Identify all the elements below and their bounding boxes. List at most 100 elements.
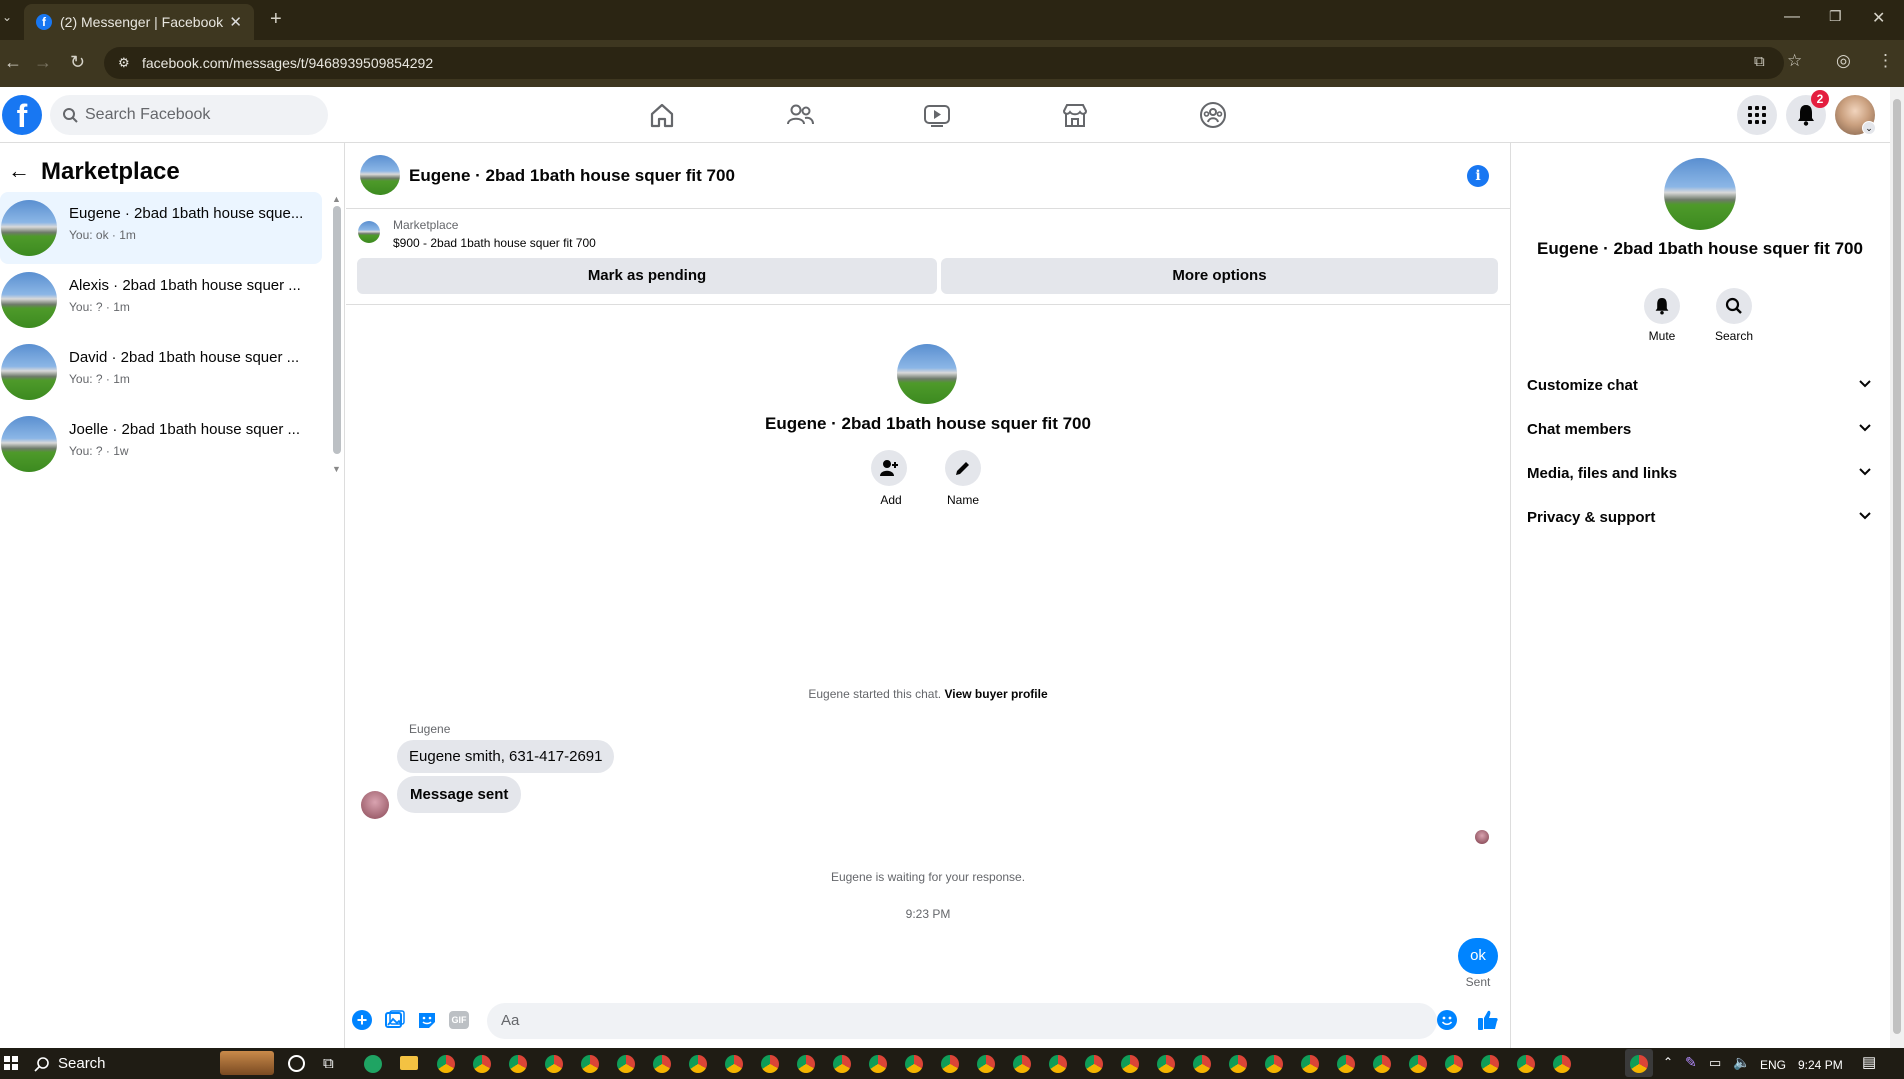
reload-icon[interactable]: ↻ [70, 52, 85, 73]
chrome-icon[interactable] [797, 1055, 815, 1073]
notifications-center-icon[interactable]: ▤ [1862, 1053, 1876, 1071]
chrome-icon[interactable] [581, 1055, 599, 1073]
forward-icon[interactable]: → [34, 52, 52, 73]
chrome-icon[interactable] [1085, 1055, 1103, 1073]
watch-icon[interactable] [922, 100, 952, 130]
chrome-icon[interactable] [869, 1055, 887, 1073]
chrome-icon[interactable] [1409, 1055, 1427, 1073]
chrome-icon[interactable] [653, 1055, 671, 1073]
scroll-down-icon[interactable]: ▼ [332, 464, 341, 474]
task-view-icon[interactable]: ⧉ [323, 1055, 334, 1072]
restore-icon[interactable]: ❐ [1829, 8, 1842, 25]
page-scrollbar[interactable] [1890, 87, 1904, 1048]
chat-members-section[interactable]: Chat members [1519, 414, 1881, 448]
mark-as-pending-button[interactable]: Mark as pending [357, 258, 937, 294]
facebook-logo-icon[interactable]: f [2, 95, 42, 135]
chrome-icon[interactable] [1481, 1055, 1499, 1073]
chrome-icon[interactable] [977, 1055, 995, 1073]
chrome-icon[interactable] [1517, 1055, 1535, 1073]
chat-avatar[interactable] [360, 155, 400, 195]
taskbar-app-icon[interactable] [364, 1055, 382, 1073]
listing-text[interactable]: $900 - 2bad 1bath house squer fit 700 [393, 236, 596, 250]
conversation-scrollbar[interactable] [333, 206, 341, 454]
browser-tab[interactable]: f (2) Messenger | Facebook ✕ [24, 4, 254, 40]
menu-grid-button[interactable] [1737, 95, 1777, 135]
bookmark-star-icon[interactable]: ☆ [1787, 51, 1802, 71]
chrome-icon[interactable] [509, 1055, 527, 1073]
chrome-icon[interactable] [473, 1055, 491, 1073]
site-info-icon[interactable]: ⚙ [118, 47, 130, 79]
media-files-links-section[interactable]: Media, files and links [1519, 458, 1881, 492]
close-window-icon[interactable]: ✕ [1872, 8, 1885, 28]
browser-menu-icon[interactable]: ⋮ [1877, 51, 1894, 71]
add-people-button[interactable] [871, 450, 907, 486]
gif-icon[interactable]: GIF [449, 1011, 469, 1029]
conversation-item[interactable]: Eugene · 2bad 1bath house sque... You: o… [0, 192, 322, 264]
sender-avatar[interactable] [361, 791, 389, 819]
friends-icon[interactable] [785, 100, 815, 130]
mute-button[interactable] [1644, 288, 1680, 324]
chrome-icon[interactable] [545, 1055, 563, 1073]
info-icon[interactable]: i [1467, 165, 1489, 187]
search-input[interactable]: Search Facebook [50, 95, 328, 135]
chrome-icon[interactable] [761, 1055, 779, 1073]
windows-start-icon[interactable] [4, 1056, 18, 1070]
message-input[interactable]: Aa [487, 1003, 1437, 1039]
home-icon[interactable] [647, 100, 677, 130]
close-tab-icon[interactable]: ✕ [229, 13, 242, 31]
conversation-item[interactable]: David · 2bad 1bath house squer ... You: … [0, 336, 322, 408]
account-chevron-icon[interactable]: ⌄ [1862, 121, 1876, 135]
chrome-icon[interactable] [725, 1055, 743, 1073]
more-actions-icon[interactable]: + [352, 1010, 372, 1030]
conversation-item[interactable]: Joelle · 2bad 1bath house squer ... You:… [0, 408, 322, 480]
file-explorer-icon[interactable] [400, 1056, 418, 1070]
minimize-icon[interactable]: — [1784, 8, 1800, 26]
language-indicator[interactable]: ENG [1760, 1058, 1786, 1072]
chrome-icon[interactable] [1265, 1055, 1283, 1073]
chrome-icon[interactable] [1337, 1055, 1355, 1073]
edit-name-button[interactable] [945, 450, 981, 486]
chrome-icon[interactable] [1049, 1055, 1067, 1073]
like-icon[interactable] [1477, 1009, 1499, 1031]
groups-icon[interactable] [1198, 100, 1228, 130]
emoji-icon[interactable] [1437, 1010, 1457, 1030]
more-options-button[interactable]: More options [941, 258, 1498, 294]
tray-chevron-icon[interactable]: ⌃ [1663, 1055, 1673, 1069]
sticker-icon[interactable] [417, 1010, 437, 1030]
chrome-icon[interactable] [941, 1055, 959, 1073]
install-app-icon[interactable]: ⧉ [1754, 53, 1765, 70]
address-bar[interactable]: ⚙ facebook.com/messages/t/94689395098542… [104, 47, 1784, 79]
back-icon[interactable]: ← [4, 52, 22, 73]
network-icon[interactable]: ▭ [1709, 1055, 1721, 1071]
chrome-icon[interactable] [905, 1055, 923, 1073]
tab-search-chevron-icon[interactable]: ⌄ [2, 10, 12, 24]
chrome-icon[interactable] [1229, 1055, 1247, 1073]
chrome-icon[interactable] [437, 1055, 455, 1073]
new-tab-icon[interactable]: + [270, 8, 282, 31]
photo-icon[interactable] [385, 1010, 405, 1030]
search-highlight-image[interactable] [220, 1051, 274, 1075]
cortana-icon[interactable] [288, 1055, 305, 1072]
profile-avatar[interactable] [897, 344, 957, 404]
conversation-item[interactable]: Alexis · 2bad 1bath house squer ... You:… [0, 264, 322, 336]
chrome-icon[interactable] [689, 1055, 707, 1073]
profile-icon[interactable]: ◎ [1836, 51, 1851, 71]
clock[interactable]: 9:24 PM [1798, 1058, 1843, 1072]
search-in-conversation-button[interactable] [1716, 288, 1752, 324]
scrollbar-thumb[interactable] [1893, 99, 1901, 1034]
chrome-icon[interactable] [1301, 1055, 1319, 1073]
message-bubble[interactable]: Eugene smith, 631-417-2691 [397, 740, 615, 773]
privacy-support-section[interactable]: Privacy & support [1519, 502, 1881, 536]
marketplace-icon[interactable] [1060, 100, 1090, 130]
chrome-icon[interactable] [833, 1055, 851, 1073]
chrome-icon[interactable] [1193, 1055, 1211, 1073]
chrome-icon[interactable] [1445, 1055, 1463, 1073]
chrome-active-icon[interactable] [1630, 1055, 1648, 1073]
chrome-icon[interactable] [1373, 1055, 1391, 1073]
chrome-icon[interactable] [1157, 1055, 1175, 1073]
back-arrow-icon[interactable]: ← [8, 158, 30, 184]
view-buyer-profile-link[interactable]: View buyer profile [944, 687, 1047, 701]
chrome-icon[interactable] [1121, 1055, 1139, 1073]
scroll-up-icon[interactable]: ▲ [332, 194, 341, 204]
chrome-icon[interactable] [1013, 1055, 1031, 1073]
